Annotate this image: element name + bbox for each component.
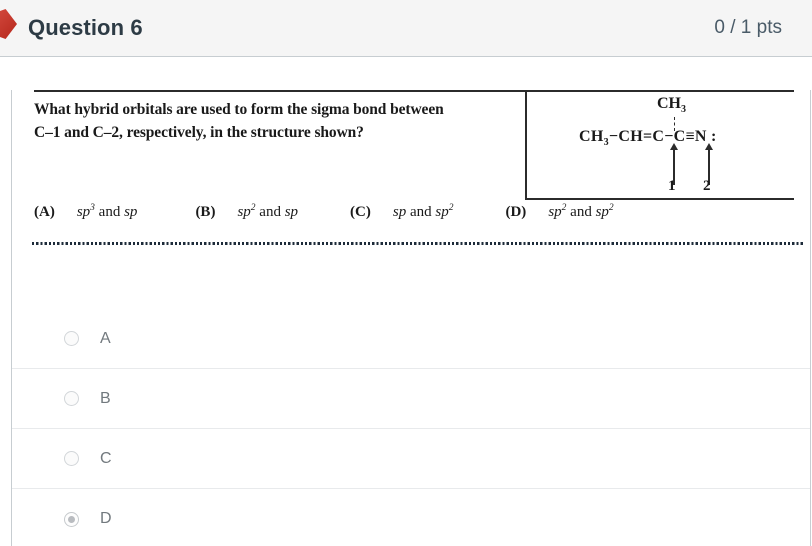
printed-choice-d: (D) sp2 and sp2 [505,203,613,221]
branch-methyl-label: CH3 [657,95,686,116]
question-prompt-line-1: What hybrid orbitals are used to form th… [34,101,444,118]
question-prompt-line-2: C–1 and C–2, respectively, in the struct… [34,124,364,142]
answer-label-d: D [100,510,112,527]
choice-a-base2: sp [124,204,138,220]
answer-option-b[interactable]: B [12,369,810,429]
radio-button-c[interactable] [64,451,79,466]
answer-label-b: B [100,389,111,407]
printed-choice-b: (B) sp2 and sp [195,203,298,221]
question-prompt: What hybrid orbitals are used to form th… [34,98,504,145]
choice-c-sup2: 2 [448,203,454,213]
printed-choice-a-letter: (A) [34,204,55,220]
radio-button-b[interactable] [64,391,79,406]
main-chain-formula: CH3−CH=C−C≡N : [579,128,717,149]
choice-c-base2: sp [435,204,449,220]
answer-option-a[interactable]: A [12,309,810,369]
printed-choice-d-letter: (D) [505,204,527,220]
printed-choice-a: (A) sp3 and sp [34,203,137,221]
printed-choice-d-text: sp2 and sp2 [548,203,613,221]
choice-d-base1: sp [548,204,562,220]
question-scan-image: What hybrid orbitals are used to form th… [22,90,804,250]
scan-bottom-dotted-rule [32,242,804,245]
answer-list: A B C D [12,309,810,546]
printed-choice-c-letter: (C) [350,204,371,220]
choice-a-mid: and [94,204,125,220]
carbon-1-label: 1 [668,178,676,194]
printed-choice-c-text: sp and sp2 [393,203,454,221]
carbon-2-label: 2 [703,178,711,194]
answer-label-c: C [100,449,112,467]
printed-choices-row: (A) sp3 and sp (B) sp2 and sp (C) sp and… [34,203,794,221]
answer-option-d[interactable]: D [12,489,810,546]
answer-label-a: A [100,329,111,347]
printed-choice-a-text: sp3 and sp [77,203,138,221]
points-badge: 0 / 1 pts [714,17,782,38]
structure-diagram: CH3 CH3−CH=C−C≡N : 1 2 [525,92,794,200]
question-header: Question 6 0 / 1 pts [0,0,812,57]
choice-b-base2: sp [284,204,299,220]
page-title: Question 6 [28,15,143,40]
radio-button-d[interactable] [64,511,79,527]
printed-choice-b-text: sp2 and sp [237,203,298,221]
quiz-question-page: Question 6 0 / 1 pts What hybrid orbital… [0,0,812,546]
answer-option-c[interactable]: C [12,429,810,489]
flag-marker-icon [0,9,17,39]
choice-b-mid: and [255,204,285,220]
question-body: What hybrid orbitals are used to form th… [11,90,811,546]
printed-choice-c: (C) sp and sp2 [350,203,453,221]
choice-c-mid: and [406,204,436,220]
choice-b-base1: sp [237,204,251,220]
choice-d-base2: sp [595,204,609,220]
choice-a-base1: sp [76,204,91,220]
choice-d-mid: and [566,204,596,220]
printed-choice-b-letter: (B) [195,204,216,220]
branch-subscript: 3 [681,104,686,116]
chain-remainder: −CH=C−C≡N : [608,128,717,145]
choice-d-sup2: 2 [608,203,614,213]
choice-c-base1: sp [392,204,407,220]
radio-button-a[interactable] [64,331,79,346]
